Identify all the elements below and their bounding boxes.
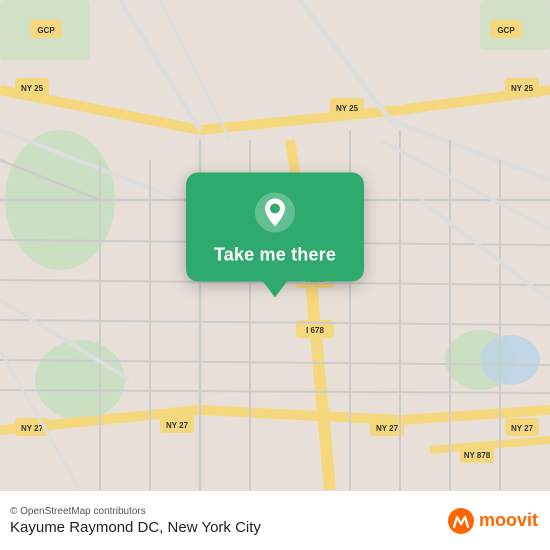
svg-text:NY 27: NY 27 [511, 424, 534, 433]
take-me-there-button[interactable]: Take me there [214, 245, 336, 266]
svg-text:GCP: GCP [497, 26, 515, 35]
svg-text:NY 25: NY 25 [336, 104, 359, 113]
svg-text:NY 25: NY 25 [21, 84, 44, 93]
location-popup: Take me there [186, 173, 364, 298]
location-name: Kayume Raymond DC, New York City [10, 519, 261, 536]
svg-text:NY 25: NY 25 [511, 84, 534, 93]
svg-text:NY 27: NY 27 [166, 421, 189, 430]
popup-tail [263, 282, 287, 298]
moovit-text: moovit [479, 510, 538, 531]
map-view[interactable]: NY 25 NY 25 NY 25 GCP GCP I 678 I 678 NY… [0, 0, 550, 490]
bottom-left-info: © OpenStreetMap contributors Kayume Raym… [10, 506, 261, 536]
location-pin-icon [253, 191, 297, 235]
svg-text:NY 878: NY 878 [464, 451, 491, 460]
moovit-icon [447, 507, 475, 535]
svg-text:I 678: I 678 [306, 326, 324, 335]
svg-text:NY 27: NY 27 [21, 424, 44, 433]
bottom-bar: © OpenStreetMap contributors Kayume Raym… [0, 490, 550, 550]
svg-text:NY 27: NY 27 [376, 424, 399, 433]
svg-text:GCP: GCP [37, 26, 55, 35]
popup-card: Take me there [186, 173, 364, 282]
moovit-logo: moovit [447, 507, 538, 535]
copyright-text: © OpenStreetMap contributors [10, 506, 261, 517]
